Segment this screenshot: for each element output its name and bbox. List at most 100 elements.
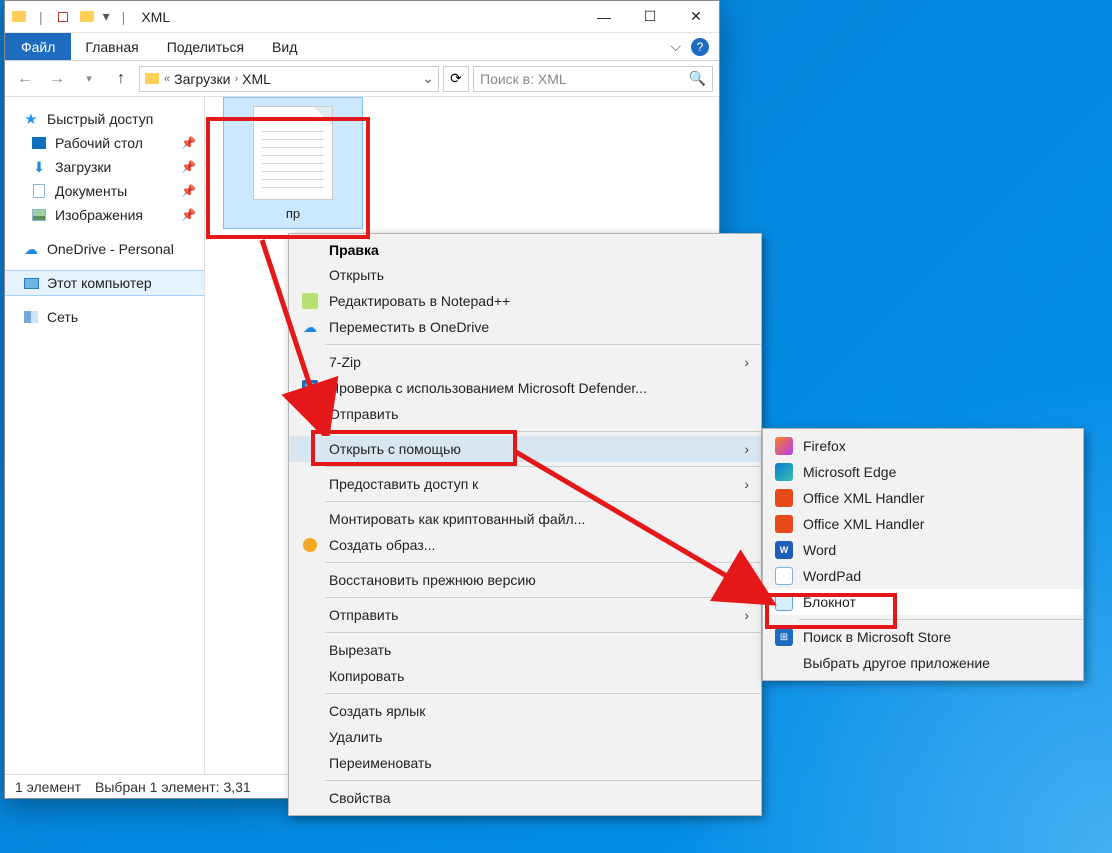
context-item[interactable]: Предоставить доступ к› — [289, 471, 761, 497]
wordpad-icon — [775, 567, 793, 585]
file-name: пр — [286, 206, 300, 221]
maximize-button[interactable]: ☐ — [627, 1, 673, 33]
notepad-icon — [775, 593, 793, 611]
open-with-submenu: FirefoxMicrosoft EdgeOffice XML HandlerO… — [762, 428, 1084, 681]
nav-forward[interactable]: → — [43, 65, 71, 93]
navigation-bar: ← → ▾ ↑ « Загрузки › XML ⌄ ⟳ Поиск в: XM… — [5, 61, 719, 97]
context-item[interactable]: Копировать — [289, 663, 761, 689]
context-item[interactable]: Редактировать в Notepad++ — [289, 288, 761, 314]
nav-up[interactable]: ↑ — [107, 65, 135, 93]
ribbon-expand-icon[interactable]: ⌵ — [670, 38, 681, 55]
context-item[interactable]: Удалить — [289, 724, 761, 750]
context-item[interactable]: Восстановить прежнюю версию — [289, 567, 761, 593]
tab-share[interactable]: Поделиться — [153, 33, 258, 60]
sidebar: ★ Быстрый доступ Рабочий стол 📌 ⬇ Загруз… — [5, 97, 205, 774]
defender-icon: 🛡 — [301, 379, 319, 397]
search-icon[interactable]: 🔍 — [689, 70, 706, 87]
context-menu-title: Правка — [289, 238, 761, 262]
nav-back[interactable]: ← — [11, 65, 39, 93]
quick-new-icon[interactable] — [79, 9, 95, 25]
submenu-other-app[interactable]: Выбрать другое приложение — [763, 650, 1083, 676]
sidebar-network[interactable]: Сеть — [5, 305, 204, 329]
sidebar-this-pc[interactable]: Этот компьютер — [5, 271, 204, 295]
file-item[interactable]: пр — [223, 97, 363, 229]
file-thumbnail-icon — [253, 106, 333, 200]
submenu-item[interactable]: Office XML Handler — [763, 485, 1083, 511]
tab-view[interactable]: Вид — [258, 33, 311, 60]
breadcrumb-part[interactable]: Загрузки — [174, 71, 230, 87]
breadcrumb-part[interactable]: XML — [242, 71, 271, 87]
refresh-button[interactable]: ⟳ — [443, 66, 469, 92]
pin-icon: 📌 — [181, 160, 196, 174]
quick-prop-icon[interactable] — [55, 9, 71, 25]
status-count: 1 элемент — [15, 779, 81, 795]
context-item[interactable]: ↗Отправить — [289, 401, 761, 427]
search-placeholder: Поиск в: XML — [480, 71, 567, 87]
pictures-icon — [31, 207, 47, 223]
address-bar[interactable]: « Загрузки › XML ⌄ — [139, 66, 439, 92]
download-icon: ⬇ — [31, 159, 47, 175]
status-selected: Выбран 1 элемент: 3,31 — [95, 779, 251, 795]
close-button[interactable]: ✕ — [673, 1, 719, 33]
chevron-right-icon: › — [744, 441, 749, 457]
firefox-icon — [775, 437, 793, 455]
context-item[interactable]: ☁Переместить в OneDrive — [289, 314, 761, 340]
store-icon: ⊞ — [775, 628, 793, 646]
onedrive-icon: ☁ — [301, 318, 319, 336]
submenu-item[interactable]: Office XML Handler — [763, 511, 1083, 537]
address-dropdown[interactable]: ⌄ — [422, 70, 434, 87]
office-icon — [775, 489, 793, 507]
help-button[interactable]: ? — [691, 38, 709, 56]
share-icon: ↗ — [301, 405, 319, 423]
minimize-button[interactable]: — — [581, 1, 627, 33]
pin-icon: 📌 — [181, 136, 196, 150]
word-icon: W — [775, 541, 793, 559]
npp-icon — [301, 292, 319, 310]
search-input[interactable]: Поиск в: XML 🔍 — [473, 66, 713, 92]
context-item[interactable]: 7-Zip› — [289, 349, 761, 375]
context-item[interactable]: Открыть с помощью› — [289, 436, 761, 462]
context-item[interactable]: Вырезать — [289, 637, 761, 663]
tab-home[interactable]: Главная — [71, 33, 152, 60]
chevron-right-icon: › — [744, 476, 749, 492]
document-icon — [31, 183, 47, 199]
sidebar-quick-access[interactable]: ★ Быстрый доступ — [5, 107, 204, 131]
breadcrumb-prefix: « — [164, 73, 170, 85]
star-icon: ★ — [23, 111, 39, 127]
folder-icon — [11, 9, 27, 25]
sidebar-onedrive[interactable]: ☁ OneDrive - Personal — [5, 237, 204, 261]
titlebar[interactable]: | ▾ | XML — ☐ ✕ — [5, 1, 719, 33]
submenu-item[interactable]: WordPad — [763, 563, 1083, 589]
submenu-item[interactable]: WWord — [763, 537, 1083, 563]
edge-icon — [775, 463, 793, 481]
context-item[interactable]: Свойства — [289, 785, 761, 811]
chevron-right-icon: › — [744, 354, 749, 370]
pin-icon: 📌 — [181, 184, 196, 198]
context-item[interactable]: Создать образ... — [289, 532, 761, 558]
context-menu: Правка ОткрытьРедактировать в Notepad++☁… — [288, 233, 762, 816]
nav-history-dropdown[interactable]: ▾ — [75, 65, 103, 93]
context-item[interactable]: Создать ярлык — [289, 698, 761, 724]
submenu-store[interactable]: ⊞ Поиск в Microsoft Store — [763, 624, 1083, 650]
sidebar-item-desktop[interactable]: Рабочий стол 📌 — [5, 131, 204, 155]
sidebar-item-downloads[interactable]: ⬇ Загрузки 📌 — [5, 155, 204, 179]
pc-icon — [23, 275, 39, 291]
desktop-icon — [31, 135, 47, 151]
submenu-item[interactable]: Microsoft Edge — [763, 459, 1083, 485]
context-item[interactable]: Переименовать — [289, 750, 761, 776]
cloud-icon: ☁ — [23, 241, 39, 257]
pin-icon: 📌 — [181, 208, 196, 222]
window-title: XML — [137, 9, 170, 25]
context-item[interactable]: Открыть — [289, 262, 761, 288]
ribbon: Файл Главная Поделиться Вид ⌵ ? — [5, 33, 719, 61]
sidebar-item-documents[interactable]: Документы 📌 — [5, 179, 204, 203]
context-item[interactable]: 🛡Проверка с использованием Microsoft Def… — [289, 375, 761, 401]
submenu-item[interactable]: Firefox — [763, 433, 1083, 459]
office-icon — [775, 515, 793, 533]
context-item[interactable]: Монтировать как криптованный файл... — [289, 506, 761, 532]
submenu-item[interactable]: Блокнот — [763, 589, 1083, 615]
file-tab[interactable]: Файл — [5, 33, 71, 60]
context-item[interactable]: Отправить› — [289, 602, 761, 628]
network-icon — [23, 309, 39, 325]
sidebar-item-pictures[interactable]: Изображения 📌 — [5, 203, 204, 227]
